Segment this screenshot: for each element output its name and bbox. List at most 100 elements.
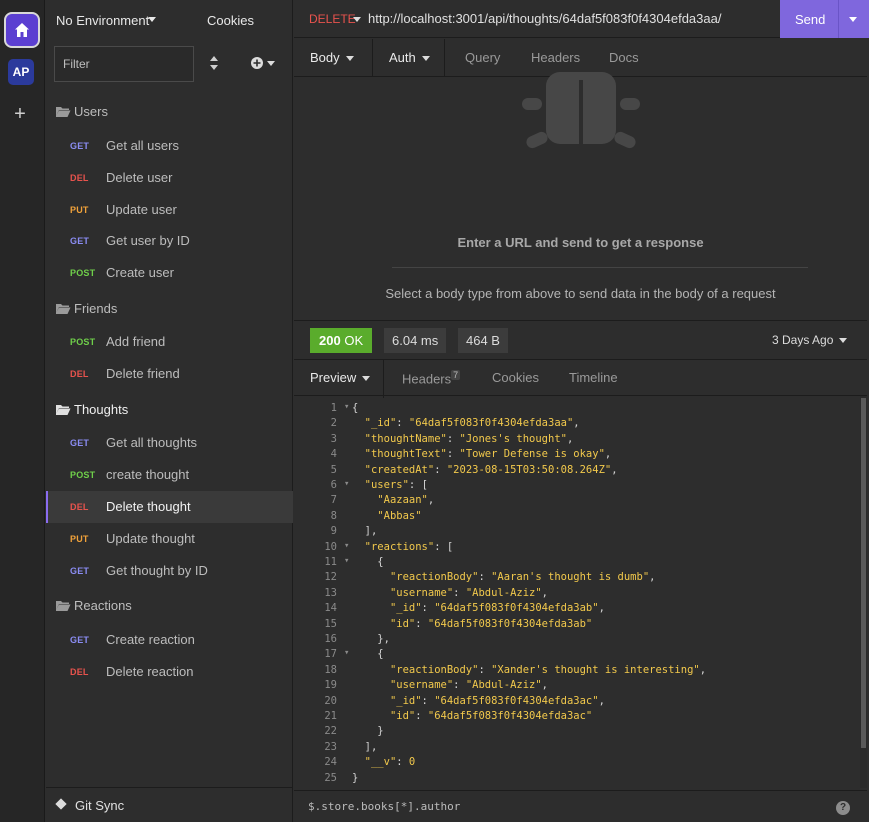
- request-delete-friend[interactable]: DEL Delete friend: [46, 358, 293, 390]
- method-badge: DEL: [70, 369, 89, 379]
- code-text: ],: [352, 740, 378, 753]
- request-body-empty: Enter a URL and send to get a response S…: [294, 72, 867, 320]
- request-create-user[interactable]: POST Create user: [46, 257, 293, 289]
- code-line: 5 "createdAt": "2023-08-15T03:50:08.264Z…: [294, 464, 860, 479]
- tab-docs[interactable]: Docs: [609, 50, 639, 65]
- request-get-user-by-id[interactable]: GET Get user by ID: [46, 225, 293, 257]
- code-line: 22 }: [294, 725, 860, 740]
- line-number: 11: [324, 556, 337, 568]
- request-delete-thought[interactable]: DEL Delete thought: [46, 491, 293, 523]
- code-text: "_id": "64daf5f083f0f4304efda3aa",: [364, 417, 580, 430]
- chevron-down-icon: [362, 376, 371, 382]
- workspace-avatar[interactable]: AP: [8, 59, 34, 85]
- tab-preview[interactable]: Preview: [310, 370, 371, 385]
- folder-open-icon: [56, 107, 71, 117]
- url-input[interactable]: http://localhost:3001/api/thoughts/64daf…: [368, 11, 721, 26]
- tab-body[interactable]: Body: [310, 50, 354, 65]
- method-badge: POST: [70, 268, 96, 278]
- chevron-down-icon[interactable]: [353, 17, 361, 22]
- request-label: Delete friend: [106, 366, 180, 381]
- workspace-rail: AP +: [0, 0, 45, 822]
- fold-arrow-icon[interactable]: ▾: [344, 479, 349, 489]
- code-line: 24 "__v": 0: [294, 756, 860, 771]
- tab-response-headers[interactable]: Headers 7: [402, 370, 461, 386]
- help-icon[interactable]: ?: [836, 801, 850, 815]
- fold-arrow-icon[interactable]: ▾: [344, 541, 349, 551]
- chevron-down-icon[interactable]: [148, 17, 156, 22]
- line-number: 25: [324, 771, 337, 784]
- method-badge: GET: [70, 438, 90, 448]
- code-text: "createdAt": "2023-08-15T03:50:08.264Z",: [364, 463, 618, 476]
- response-filter-bar: $.store.books[*].author ?: [294, 790, 867, 822]
- request-update-user[interactable]: PUT Update user: [46, 194, 293, 226]
- line-number: 14: [324, 602, 337, 615]
- git-sync-button[interactable]: Git Sync: [46, 787, 293, 822]
- method-badge: DEL: [70, 667, 89, 677]
- code-line: 10 ▾ "reactions": [: [294, 541, 860, 556]
- fold-arrow-icon[interactable]: ▾: [344, 648, 349, 658]
- tab-query[interactable]: Query: [465, 50, 500, 65]
- request-get-all-thoughts[interactable]: GET Get all thoughts: [46, 427, 293, 459]
- home-button[interactable]: [4, 12, 40, 48]
- sort-icon[interactable]: [209, 55, 219, 71]
- code-line: 4 "thoughtText": "Tower Defense is okay"…: [294, 448, 860, 463]
- tab-timeline[interactable]: Timeline: [569, 370, 618, 385]
- tab-cookies[interactable]: Cookies: [492, 370, 539, 385]
- cookies-button[interactable]: Cookies: [207, 13, 254, 28]
- code-text: "_id": "64daf5f083f0f4304efda3ab",: [389, 602, 605, 615]
- method-badge: GET: [70, 141, 90, 151]
- code-line: 13 "username": "Abdul-Aziz",: [294, 587, 860, 602]
- line-number: 3: [330, 432, 337, 445]
- chevron-down-icon[interactable]: [849, 17, 857, 22]
- request-create-reaction[interactable]: GET Create reaction: [46, 624, 293, 656]
- chevron-down-icon[interactable]: [839, 338, 847, 343]
- request-delete-user[interactable]: DEL Delete user: [46, 162, 293, 194]
- fold-arrow-icon[interactable]: ▾: [344, 402, 349, 412]
- method-badge: PUT: [70, 534, 89, 544]
- line-number: 6: [330, 479, 337, 491]
- tab-headers[interactable]: Headers: [531, 50, 580, 65]
- request-delete-reaction[interactable]: DEL Delete reaction: [46, 656, 293, 688]
- request-label: Create reaction: [106, 632, 195, 647]
- tab-auth[interactable]: Auth: [389, 50, 430, 65]
- url-bar: DELETE http://localhost:3001/api/thought…: [294, 0, 869, 38]
- code-line: 11 ▾ {: [294, 556, 860, 571]
- code-line: 14 "_id": "64daf5f083f0f4304efda3ab",: [294, 602, 860, 617]
- add-circle-icon[interactable]: [250, 56, 278, 70]
- request-add-friend[interactable]: POST Add friend: [46, 326, 293, 358]
- code-text: }: [352, 725, 384, 738]
- line-number: 16: [324, 633, 337, 645]
- folder-friends[interactable]: Friends: [46, 294, 293, 324]
- folder-open-icon: [56, 405, 71, 415]
- line-number: 21: [324, 710, 337, 722]
- divider: [372, 39, 373, 77]
- code-line: 2 "_id": "64daf5f083f0f4304efda3aa",: [294, 417, 860, 432]
- response-body-viewer[interactable]: 1 ▾{2 "_id": "64daf5f083f0f4304efda3aa", 3…: [294, 396, 860, 788]
- response-filter-input[interactable]: $.store.books[*].author: [308, 800, 460, 813]
- request-create-thought[interactable]: POST create thought: [46, 459, 293, 491]
- environment-selector[interactable]: No Environment: [56, 13, 149, 28]
- request-label: Update thought: [106, 531, 195, 546]
- divider: [383, 360, 384, 398]
- request-get-thought-by-id[interactable]: GET Get thought by ID: [46, 555, 293, 587]
- fold-arrow-icon[interactable]: ▾: [344, 556, 349, 566]
- folder-thoughts[interactable]: Thoughts: [46, 395, 293, 425]
- folder-reactions[interactable]: Reactions: [46, 591, 293, 621]
- folder-users[interactable]: Users: [46, 97, 293, 127]
- send-label: Send: [795, 12, 826, 27]
- request-label: Add friend: [106, 334, 166, 349]
- code-line: 18 "reactionBody": "Xander's thought is …: [294, 664, 860, 679]
- git-sync-label: Git Sync: [75, 798, 125, 813]
- method-badge: DEL: [70, 502, 89, 512]
- plus-icon[interactable]: +: [10, 104, 30, 124]
- method-selector[interactable]: DELETE: [309, 12, 356, 26]
- send-button[interactable]: Send: [780, 0, 869, 38]
- scrollbar-thumb[interactable]: [861, 398, 866, 748]
- line-number: 4: [330, 448, 337, 461]
- home-icon: [15, 23, 29, 37]
- request-update-thought[interactable]: PUT Update thought: [46, 523, 293, 555]
- filter-input[interactable]: [54, 46, 194, 82]
- response-size: 464 B: [458, 328, 508, 353]
- history-selector[interactable]: 3 Days Ago: [772, 333, 833, 347]
- request-get-all-users[interactable]: GET Get all users: [46, 130, 293, 162]
